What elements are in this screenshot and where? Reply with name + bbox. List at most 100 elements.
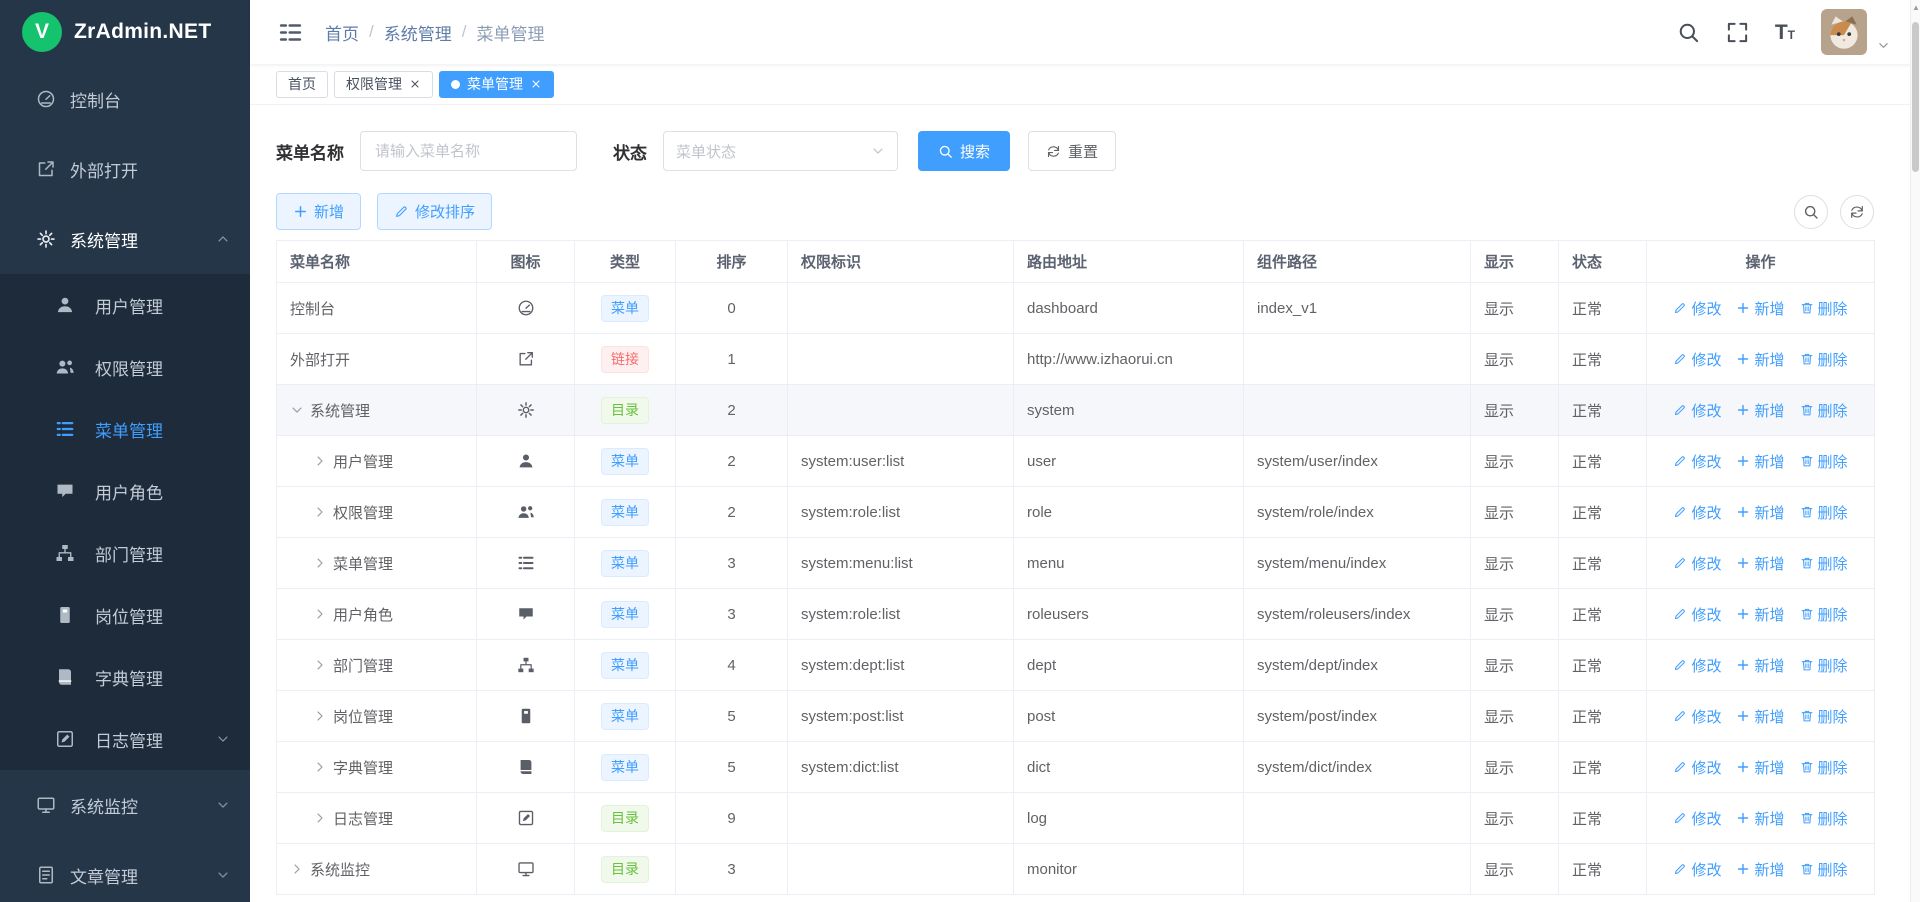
sidebar-item[interactable]: 系统监控 — [0, 770, 250, 840]
delete-link[interactable]: 删除 — [1800, 655, 1848, 676]
expand-row-chevron-right-icon[interactable] — [313, 811, 327, 825]
sitemap-icon — [55, 543, 75, 563]
type-tag: 目录 — [601, 856, 649, 883]
expand-row-chevron-right-icon[interactable] — [313, 454, 327, 468]
delete-link[interactable]: 删除 — [1800, 451, 1848, 472]
add-link[interactable]: 新增 — [1736, 400, 1784, 421]
sidebar-item[interactable]: 文章管理 — [0, 840, 250, 902]
fullscreen-icon[interactable] — [1726, 21, 1749, 44]
delete-link[interactable]: 删除 — [1800, 757, 1848, 778]
sort-button[interactable]: 修改排序 — [377, 193, 492, 230]
sidebar-item[interactable]: 用户角色 — [0, 460, 250, 522]
visible-value: 显示 — [1471, 844, 1559, 895]
type-tag: 菜单 — [601, 499, 649, 526]
breadcrumb-item[interactable]: 首页 — [325, 20, 359, 45]
status-select-placeholder: 菜单状态 — [676, 141, 736, 162]
add-button[interactable]: 新增 — [276, 193, 361, 230]
refresh-table-button[interactable] — [1840, 195, 1874, 229]
sidebar-item[interactable]: 权限管理 — [0, 336, 250, 398]
edit-link[interactable]: 修改 — [1673, 451, 1721, 472]
delete-link[interactable]: 删除 — [1800, 502, 1848, 523]
collapse-row-chevron-down-icon[interactable] — [290, 403, 304, 417]
add-link[interactable]: 新增 — [1736, 757, 1784, 778]
status-select[interactable]: 菜单状态 — [663, 131, 898, 171]
delete-link[interactable]: 删除 — [1800, 298, 1848, 319]
add-link[interactable]: 新增 — [1736, 604, 1784, 625]
edit-link[interactable]: 修改 — [1673, 298, 1721, 319]
menu-name-input[interactable] — [360, 131, 577, 171]
search-button[interactable]: 搜索 — [918, 131, 1010, 171]
expand-row-chevron-right-icon[interactable] — [313, 556, 327, 570]
font-size-icon[interactable]: TT — [1775, 22, 1795, 43]
sidebar-item[interactable]: 用户管理 — [0, 274, 250, 336]
breadcrumb-item[interactable]: 系统管理 — [384, 20, 452, 45]
sidebar-item[interactable]: 菜单管理 — [0, 398, 250, 460]
sidebar-item[interactable]: 控制台 — [0, 64, 250, 134]
scrollbar-thumb[interactable] — [1912, 22, 1919, 172]
add-link[interactable]: 新增 — [1736, 706, 1784, 727]
expand-row-chevron-right-icon[interactable] — [313, 505, 327, 519]
edit-link[interactable]: 修改 — [1673, 502, 1721, 523]
expand-row-chevron-right-icon[interactable] — [313, 607, 327, 621]
edit-link[interactable]: 修改 — [1673, 604, 1721, 625]
component-value: system/roleusers/index — [1244, 589, 1471, 640]
add-link[interactable]: 新增 — [1736, 655, 1784, 676]
perm-value — [788, 385, 1014, 436]
visible-value: 显示 — [1471, 742, 1559, 793]
edit-link[interactable]: 修改 — [1673, 349, 1721, 370]
tab-close-icon[interactable] — [530, 78, 542, 90]
delete-icon — [1800, 709, 1814, 723]
add-link[interactable]: 新增 — [1736, 451, 1784, 472]
edit-link[interactable]: 修改 — [1673, 706, 1721, 727]
menu-name: 控制台 — [290, 298, 335, 319]
visible-value: 显示 — [1471, 793, 1559, 844]
table-row: 系统管理目录2system显示正常修改新增删除 — [277, 385, 1875, 436]
add-link[interactable]: 新增 — [1736, 553, 1784, 574]
delete-link[interactable]: 删除 — [1800, 859, 1848, 880]
edit-link[interactable]: 修改 — [1673, 859, 1721, 880]
delete-link[interactable]: 删除 — [1800, 349, 1848, 370]
expand-row-chevron-right-icon[interactable] — [313, 658, 327, 672]
add-link[interactable]: 新增 — [1736, 298, 1784, 319]
search-icon[interactable] — [1677, 21, 1700, 44]
add-link[interactable]: 新增 — [1736, 859, 1784, 880]
sidebar-item-label: 文章管理 — [70, 863, 138, 888]
delete-link[interactable]: 删除 — [1800, 553, 1848, 574]
delete-link[interactable]: 删除 — [1800, 400, 1848, 421]
sidebar-item[interactable]: 系统管理 — [0, 204, 250, 274]
user-menu-chevron-down-icon[interactable] — [1877, 39, 1890, 52]
sidebar-item[interactable]: 日志管理 — [0, 708, 250, 770]
edit-link[interactable]: 修改 — [1673, 655, 1721, 676]
delete-link[interactable]: 删除 — [1800, 808, 1848, 829]
expand-row-chevron-right-icon[interactable] — [290, 862, 304, 876]
sort-value: 5 — [676, 742, 788, 793]
reset-button[interactable]: 重置 — [1028, 131, 1116, 171]
tab[interactable]: 菜单管理 — [439, 71, 554, 98]
edit-link[interactable]: 修改 — [1673, 400, 1721, 421]
sidebar-item[interactable]: 外部打开 — [0, 134, 250, 204]
delete-link[interactable]: 删除 — [1800, 604, 1848, 625]
delete-link[interactable]: 删除 — [1800, 706, 1848, 727]
delete-icon — [1800, 811, 1814, 825]
sidebar-item[interactable]: 字典管理 — [0, 646, 250, 708]
sort-value: 2 — [676, 385, 788, 436]
edit-link[interactable]: 修改 — [1673, 757, 1721, 778]
sidebar-toggle-icon[interactable] — [278, 20, 303, 45]
show-search-button[interactable] — [1794, 195, 1828, 229]
add-link[interactable]: 新增 — [1736, 502, 1784, 523]
tab[interactable]: 权限管理 — [334, 71, 433, 98]
sidebar-item[interactable]: 岗位管理 — [0, 584, 250, 646]
edit-link[interactable]: 修改 — [1673, 808, 1721, 829]
edit-link[interactable]: 修改 — [1673, 553, 1721, 574]
add-link[interactable]: 新增 — [1736, 808, 1784, 829]
sidebar-item[interactable]: 部门管理 — [0, 522, 250, 584]
tab[interactable]: 首页 — [276, 71, 328, 98]
add-link[interactable]: 新增 — [1736, 349, 1784, 370]
expand-row-chevron-right-icon[interactable] — [313, 760, 327, 774]
avatar[interactable] — [1821, 9, 1867, 55]
menu-name: 用户角色 — [333, 604, 393, 625]
type-tag: 目录 — [601, 397, 649, 424]
scrollbar-up-arrow[interactable]: ▲ — [1911, 3, 1920, 12]
tab-close-icon[interactable] — [409, 78, 421, 90]
expand-row-chevron-right-icon[interactable] — [313, 709, 327, 723]
